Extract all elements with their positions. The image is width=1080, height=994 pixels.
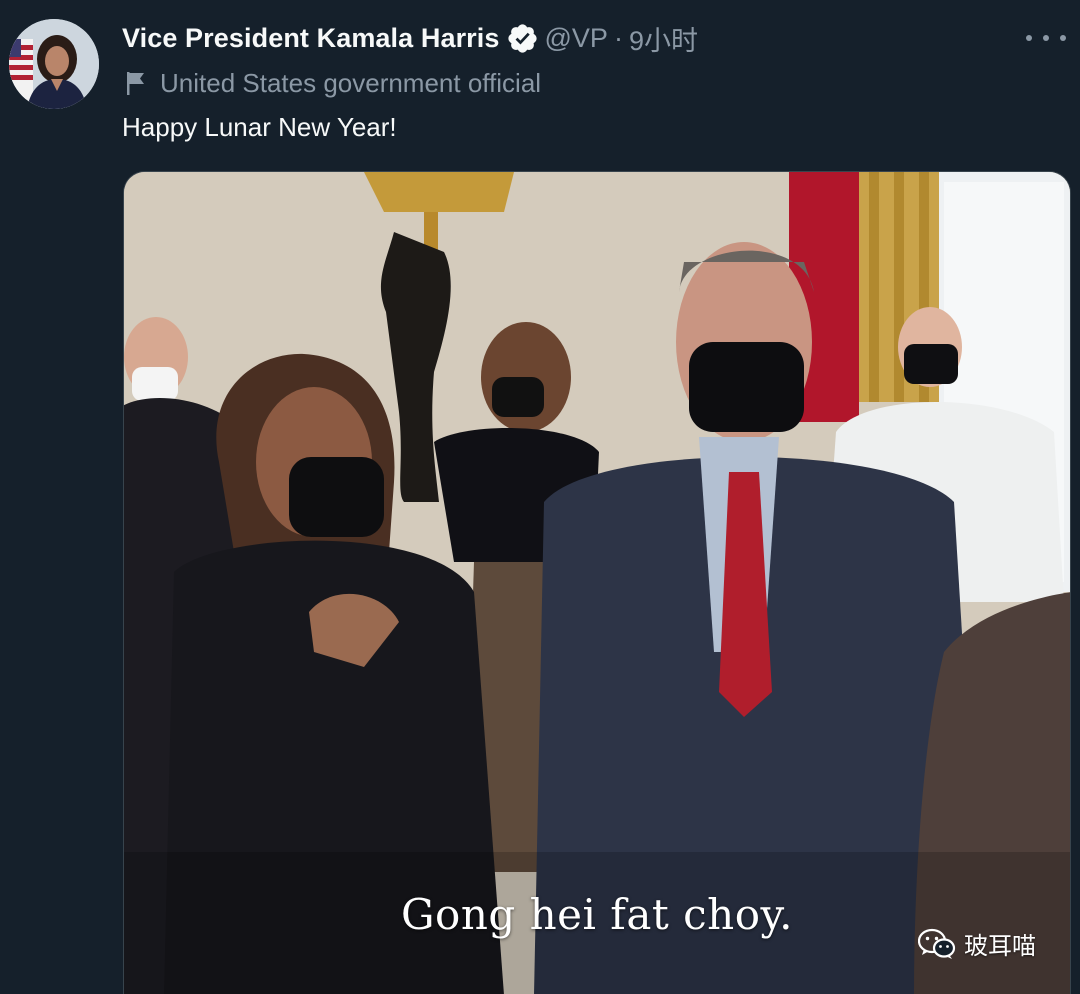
flag-icon xyxy=(124,70,148,96)
account-label-text: United States government official xyxy=(160,67,542,98)
tweet-text: Happy Lunar New Year! xyxy=(122,112,397,142)
tweet-header: Vice President Kamala Harris @VP · 9小时 xyxy=(122,20,698,56)
author-avatar[interactable] xyxy=(9,19,99,109)
watermark: 玻耳喵 xyxy=(918,926,1036,961)
author-handle[interactable]: @VP xyxy=(545,23,608,54)
video-frame-image xyxy=(124,172,1070,994)
tweet-video[interactable]: Gong hei fat choy. xyxy=(123,171,1071,994)
account-label[interactable]: United States government official xyxy=(124,66,541,100)
tweet-timestamp[interactable]: 9小时 xyxy=(629,19,698,58)
tweet: Vice President Kamala Harris @VP · 9小时 U… xyxy=(0,0,1080,994)
watermark-text: 玻耳喵 xyxy=(964,933,1036,960)
verified-badge-icon xyxy=(506,22,539,55)
more-options-icon[interactable] xyxy=(1026,24,1066,52)
author-name[interactable]: Vice President Kamala Harris xyxy=(122,23,500,54)
separator-dot: · xyxy=(613,22,623,53)
wechat-icon xyxy=(918,928,956,959)
